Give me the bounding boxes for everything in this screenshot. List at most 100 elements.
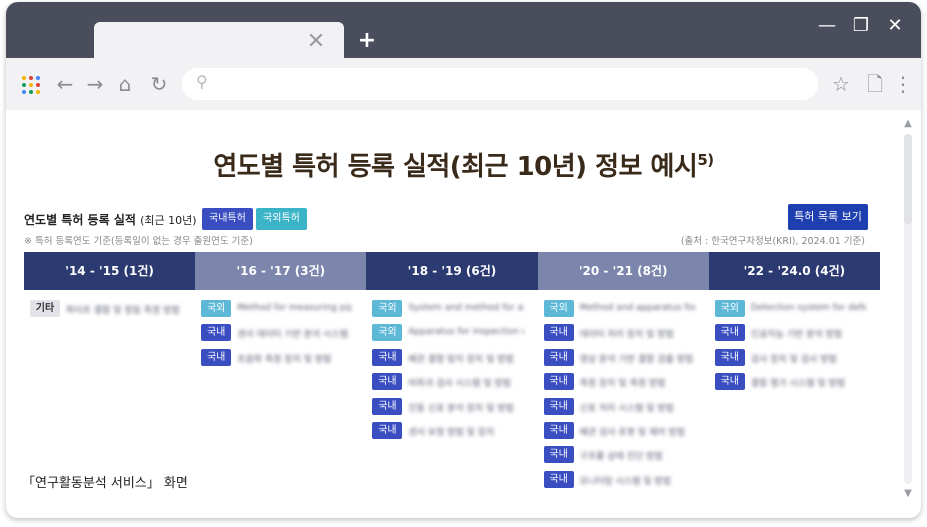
- patent-title: 검사 장치 및 검사 방법: [750, 354, 837, 363]
- patent-item[interactable]: 국내 결함 평가 시스템 및 방법: [714, 373, 872, 397]
- patent-type-badge: 국외: [201, 300, 232, 317]
- patent-type-badge: 국내: [543, 348, 574, 366]
- patent-item[interactable]: 국내 신호 처리 시스템 및 방법: [543, 397, 701, 422]
- browser-toolbar: ← → ⌂ ↻ ⚲ ☆ 🗋 ⋮: [6, 58, 921, 110]
- patent-item[interactable]: 국외 Apparatus for inspection of pipe: [372, 324, 529, 348]
- patent-item[interactable]: 국내 비파괴 검사 시스템 및 방법: [372, 373, 529, 397]
- patent-title: 센서 보정 방법 및 장치: [408, 427, 495, 436]
- patent-type-badge: 국내: [714, 373, 745, 391]
- patent-type-badge: 국내: [543, 421, 574, 439]
- patent-list-button[interactable]: 특허 목록 보기: [788, 204, 868, 230]
- patent-item[interactable]: 국외 Detection system for defects: [714, 300, 872, 324]
- patent-item[interactable]: 국내 배관 결함 탐지 장치 및 방법: [372, 348, 529, 373]
- patent-type-badge: 국내: [543, 446, 574, 464]
- patent-column: 국외 System and method for analysis 국외 Appara…: [372, 300, 529, 446]
- patent-type-badge: 국외: [372, 300, 403, 317]
- patent-item[interactable]: 국내 영상 분석 기반 결함 검출 방법: [543, 348, 701, 373]
- patent-type-badge: 국내: [714, 348, 745, 366]
- patent-type-badge: 국내: [372, 421, 403, 439]
- patent-type-badge: 국내: [372, 373, 403, 391]
- patent-title: 구조물 상태 진단 방법: [579, 452, 663, 461]
- year-timeline: '14 - '15 (1건) '16 - '17 (3건) '18 - '19 (6…: [24, 252, 880, 290]
- panel-title-text: 연도별 특허 등록 실적: [24, 213, 136, 227]
- patent-title: Method for measuring pipe defects: [237, 303, 353, 313]
- patent-type-badge: 국내: [372, 348, 403, 366]
- patent-title: Apparatus for inspection of pipe: [408, 327, 523, 338]
- patent-item[interactable]: 국내 데이터 처리 장치 및 방법: [543, 324, 701, 348]
- patent-type-badge: 국내: [543, 397, 574, 415]
- timeline-segment[interactable]: '22 - '24.0 (4건): [708, 252, 880, 290]
- home-icon[interactable]: ⌂: [112, 71, 138, 97]
- patent-type-badge: 국내: [201, 348, 232, 366]
- minimize-icon[interactable]: —: [815, 14, 839, 38]
- tab-close-icon[interactable]: ✕: [302, 28, 330, 56]
- patent-title: 배관 결함 탐지 장치 및 방법: [408, 354, 514, 363]
- foreign-patent-tag: 국외특허: [256, 208, 307, 230]
- patent-title: 모니터링 시스템 및 방법: [579, 476, 671, 485]
- patent-title: 측정 장치 및 측정 방법: [579, 379, 666, 388]
- patent-type-badge: 국외: [372, 324, 403, 342]
- back-arrow-icon[interactable]: ←: [52, 71, 78, 97]
- scroll-up-icon[interactable]: ▲: [902, 118, 914, 130]
- patent-type-badge: 기타: [30, 300, 60, 317]
- domestic-patent-tag: 국내특허: [202, 208, 253, 230]
- scroll-down-icon[interactable]: ▼: [902, 488, 914, 500]
- patent-item[interactable]: 국내 센서 데이터 기반 분석 시스템: [201, 324, 358, 348]
- timeline-segment[interactable]: '14 - '15 (1건): [24, 252, 196, 290]
- patent-title: 파이프 결함 및 정밀 측정 방법: [66, 306, 180, 314]
- patent-item[interactable]: 국내 진동 신호 분석 장치 및 방법: [372, 397, 529, 422]
- close-icon[interactable]: ✕: [883, 14, 907, 38]
- patent-column: 국외 Method for measuring pipe defects 국내 센서 …: [201, 300, 358, 373]
- restore-icon[interactable]: ❐: [849, 14, 873, 38]
- window-controls: — ❐ ✕: [815, 14, 907, 38]
- patent-type-badge: 국내: [543, 324, 574, 342]
- patent-title: 초음파 측정 장치 및 방법: [237, 354, 332, 363]
- patent-item[interactable]: 국내 센서 보정 방법 및 장치: [372, 421, 529, 446]
- patent-title: 신호 처리 시스템 및 방법: [579, 403, 674, 412]
- browser-titlebar: ✕ + — ❐ ✕: [6, 2, 921, 58]
- panel-title: 연도별 특허 등록 실적 (최근 10년): [24, 211, 197, 228]
- patent-item[interactable]: 국외 Method for measuring pipe defects: [201, 300, 358, 324]
- patent-type-badge: 국외: [543, 300, 574, 317]
- forward-arrow-icon[interactable]: →: [82, 71, 108, 97]
- patent-item[interactable]: 국외 Method and apparatus for sensor: [543, 300, 701, 324]
- patent-title: 인공지능 기반 분석 방법: [750, 330, 843, 339]
- patent-type-badge: 국내: [201, 324, 232, 342]
- search-icon: ⚲: [196, 72, 208, 91]
- patent-item[interactable]: 국내 구조물 상태 진단 방법: [543, 446, 701, 470]
- page-title-text: 연도별 특허 등록 실적(최근 10년) 정보 예시: [213, 152, 698, 182]
- timeline-segment[interactable]: '18 - '19 (6건): [366, 252, 538, 290]
- screen-caption: 「연구활동분석 서비스」 화면: [22, 476, 188, 491]
- patent-item[interactable]: 국내 측정 장치 및 측정 방법: [543, 373, 701, 397]
- patent-item[interactable]: 국내 인공지능 기반 분석 방법: [714, 324, 872, 348]
- bookmark-star-icon[interactable]: ☆: [828, 71, 854, 97]
- patent-column: 국외 Detection system for defects 국내 인공지능 기반 …: [714, 300, 872, 398]
- patent-title: 비파괴 검사 시스템 및 방법: [408, 379, 511, 388]
- patent-title: Detection system for defects: [750, 303, 866, 313]
- patent-item[interactable]: 국내 모니터링 시스템 및 방법: [543, 470, 701, 495]
- patent-type-badge: 국내: [543, 373, 574, 391]
- patent-type-badge: 국내: [372, 397, 403, 415]
- timeline-segment[interactable]: '20 - '21 (8건): [537, 252, 709, 290]
- patent-item[interactable]: 국내 배관 검사 로봇 및 제어 방법: [543, 421, 701, 446]
- apps-grid-icon[interactable]: [22, 76, 40, 94]
- new-tab-button[interactable]: +: [350, 26, 384, 56]
- page-content: ▲ ▼ 연도별 특허 등록 실적(최근 10년) 정보 예시5) 연도별 특허 …: [6, 110, 921, 518]
- patent-type-badge: 국외: [714, 300, 745, 317]
- patent-type-badge: 국내: [543, 470, 574, 488]
- patent-item[interactable]: 국외 System and method for analysis: [372, 300, 529, 324]
- timeline-segment[interactable]: '16 - '17 (3건): [195, 252, 367, 290]
- address-bar[interactable]: ⚲: [182, 68, 818, 100]
- page-icon[interactable]: 🗋: [862, 71, 888, 97]
- more-menu-icon[interactable]: ⋮: [890, 71, 916, 97]
- patent-title: Method and apparatus for sensor: [579, 303, 695, 313]
- patent-title: 배관 검사 로봇 및 제어 방법: [579, 427, 685, 436]
- patent-item[interactable]: 국내 초음파 측정 장치 및 방법: [201, 348, 358, 373]
- patent-title: 진동 신호 분석 장치 및 방법: [408, 403, 514, 412]
- patent-title: 센서 데이터 기반 분석 시스템: [237, 330, 348, 339]
- patent-item[interactable]: 국내 검사 장치 및 검사 방법: [714, 348, 872, 373]
- reload-icon[interactable]: ↻: [146, 71, 172, 97]
- patent-item[interactable]: 기타 파이프 결함 및 정밀 측정 방법: [30, 300, 187, 324]
- patent-type-badge: 국내: [714, 324, 745, 342]
- patent-title: System and method for analysis: [408, 303, 523, 313]
